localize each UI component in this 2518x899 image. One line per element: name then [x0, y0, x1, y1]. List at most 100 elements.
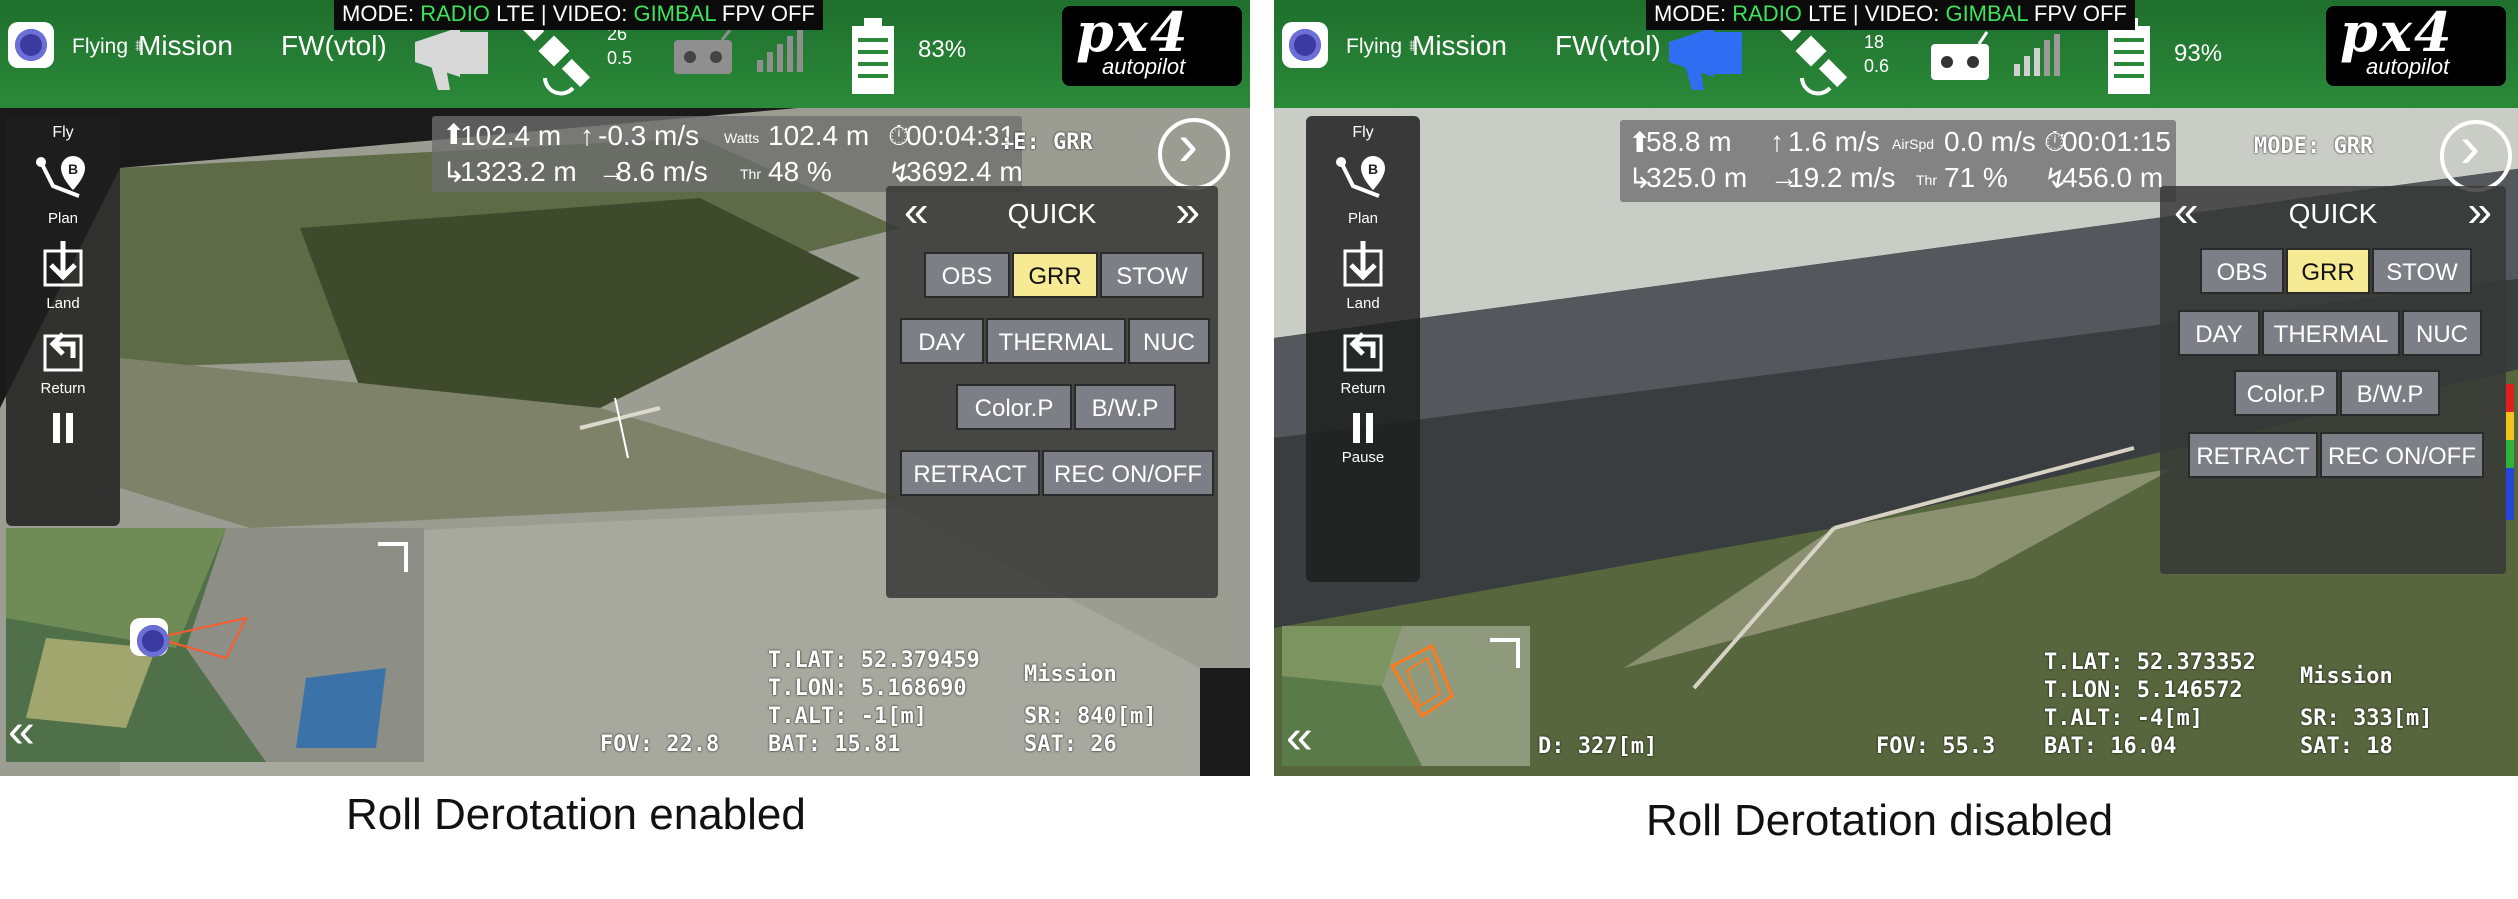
obs-button[interactable]: OBS	[2200, 248, 2284, 294]
rec-button[interactable]: REC ON/OFF	[1042, 450, 1214, 496]
airspeed-value: 0.0 m/s	[1944, 126, 2036, 157]
nuc-button[interactable]: NUC	[1128, 318, 1210, 364]
bw-p-button[interactable]: B/W.P	[1074, 384, 1176, 430]
collapse-map-icon[interactable]: «	[8, 704, 35, 759]
quick-panel: « QUICK » OBS GRR STOW DAY THERMAL NUC C…	[886, 186, 1218, 598]
climb-icon: ↑	[1770, 126, 1784, 157]
signal-level-strip	[2506, 384, 2514, 520]
color-p-button[interactable]: Color.P	[956, 384, 1072, 430]
osd-sat: SAT: 18	[2300, 734, 2393, 759]
return-button[interactable]: Return	[1306, 322, 1420, 397]
rc-transmitter-icon[interactable]	[1929, 30, 1991, 82]
map-expand-icon[interactable]	[1490, 638, 1520, 668]
next-page-button[interactable]	[2440, 112, 2512, 192]
flight-status[interactable]: Flying	[72, 35, 128, 59]
satellite-icon[interactable]	[1772, 18, 1852, 98]
fly-toolstrip: Fly B Plan Land Return Pause	[1306, 116, 1420, 582]
color-p-button[interactable]: Color.P	[2234, 370, 2338, 416]
pause-icon	[53, 413, 73, 443]
retract-button[interactable]: RETRACT	[2188, 432, 2318, 478]
radio-link[interactable]: RADIO	[1732, 1, 1802, 26]
battery-icon[interactable]	[850, 18, 896, 96]
gps-hdop: 0.5	[607, 48, 633, 68]
lte-link[interactable]: LTE	[1808, 1, 1847, 26]
signal-strength-icon[interactable]	[755, 30, 805, 74]
rec-button[interactable]: REC ON/OFF	[2320, 432, 2484, 478]
pause-button[interactable]: Pause	[1306, 407, 1420, 466]
gps-count: 18	[1864, 32, 1885, 52]
radio-link[interactable]: RADIO	[420, 1, 490, 26]
telemetry-panel[interactable]: ⬆ 58.8 m ↑ 1.6 m/s AirSpd 0.0 m/s ⏱ 00:01:15…	[1620, 120, 2176, 202]
megaphone-icon[interactable]	[410, 22, 500, 92]
qgc-logo-icon[interactable]	[1282, 22, 1328, 68]
flight-mode[interactable]: Mission	[138, 30, 233, 62]
vehicle-marker-icon	[130, 618, 169, 657]
gimbal-video[interactable]: GIMBAL	[633, 1, 715, 26]
land-button[interactable]: Land	[6, 237, 120, 312]
mini-map[interactable]	[1282, 626, 1530, 766]
quick-next-icon[interactable]: »	[2468, 190, 2492, 234]
mode-bar: MODE: RADIO LTE | VIDEO: GIMBAL FPV OFF	[334, 0, 823, 30]
total-distance: 456.0 m	[2062, 162, 2164, 193]
grr-button[interactable]: GRR	[1012, 252, 1098, 298]
retract-button[interactable]: RETRACT	[900, 450, 1040, 496]
thermal-button[interactable]: THERMAL	[986, 318, 1126, 364]
osd-mode: MODE: GRR	[2254, 134, 2374, 159]
caption-left: Roll Derotation enabled	[346, 790, 806, 839]
flight-status[interactable]: Flying	[1346, 35, 1402, 59]
rc-transmitter-icon[interactable]	[672, 30, 734, 76]
osd-tlat: T.LAT: 52.373352	[2044, 650, 2256, 675]
nuc-button[interactable]: NUC	[2402, 310, 2482, 356]
fpv-video[interactable]: FPV	[2034, 1, 2077, 26]
quick-title: QUICK	[1007, 198, 1097, 229]
day-button[interactable]: DAY	[2178, 310, 2260, 356]
megaphone-icon[interactable]	[1664, 22, 1754, 92]
land-button[interactable]: Land	[1306, 237, 1420, 312]
plan-button[interactable]: B Plan	[6, 152, 120, 227]
day-button[interactable]: DAY	[900, 318, 984, 364]
flight-mode[interactable]: Mission	[1412, 30, 1507, 62]
map-expand-icon[interactable]	[378, 542, 408, 572]
gimbal-video[interactable]: GIMBAL	[1945, 1, 2027, 26]
telemetry-panel[interactable]: ⬆ 102.4 m ↑ -0.3 m/s Watts 102.4 m ⏱ 00:04:3…	[432, 116, 1023, 192]
altitude-value: 102.4 m	[460, 120, 562, 151]
quick-next-icon[interactable]: »	[1176, 190, 1200, 234]
plan-button[interactable]: B Plan	[1306, 152, 1420, 227]
lte-link[interactable]: LTE	[496, 1, 535, 26]
airspeed-label: AirSpd	[1892, 136, 1935, 152]
vehicle-type[interactable]: FW(vtol)	[281, 30, 387, 62]
fpv-video[interactable]: FPV	[722, 1, 765, 26]
mini-map[interactable]	[6, 528, 424, 762]
throttle-label: Thr	[1916, 172, 1937, 188]
osd-talt: T.ALT: -4[m]	[2044, 706, 2203, 731]
off-video[interactable]: OFF	[2083, 1, 2127, 26]
throttle-value: 71 %	[1944, 162, 2008, 193]
climb-rate: -0.3 m/s	[598, 120, 700, 151]
watts-label: Watts	[724, 130, 760, 146]
fly-toolstrip: Fly B Plan Land Return	[6, 116, 120, 526]
osd-bat: BAT: 16.04	[2044, 734, 2177, 759]
off-video[interactable]: OFF	[771, 1, 815, 26]
grr-button[interactable]: GRR	[2286, 248, 2370, 294]
satellite-icon[interactable]	[515, 18, 595, 98]
ground-speed: 19.2 m/s	[1788, 162, 1896, 193]
stow-button[interactable]: STOW	[1100, 252, 1204, 298]
osd-distance: D: 327[m]	[1538, 734, 1658, 759]
plan-icon: B	[36, 156, 85, 198]
collapse-map-icon[interactable]: «	[1286, 710, 1313, 765]
caption-right: Roll Derotation disabled	[1646, 796, 2114, 845]
obs-button[interactable]: OBS	[924, 252, 1010, 298]
osd-tlon: T.LON: 5.146572	[2044, 678, 2243, 703]
qgc-logo-icon[interactable]	[8, 22, 54, 68]
home-distance: 325.0 m	[1646, 162, 1748, 193]
stow-button[interactable]: STOW	[2372, 248, 2472, 294]
pause-button[interactable]	[6, 407, 120, 447]
vehicle-type[interactable]: FW(vtol)	[1555, 30, 1661, 62]
osd-bat: BAT: 15.81	[768, 732, 901, 757]
throttle-value: 48 %	[768, 156, 832, 187]
signal-strength-icon[interactable]	[2012, 34, 2062, 78]
thermal-button[interactable]: THERMAL	[2262, 310, 2400, 356]
return-button[interactable]: Return	[6, 322, 120, 397]
bw-p-button[interactable]: B/W.P	[2340, 370, 2440, 416]
next-page-button[interactable]	[1158, 110, 1230, 190]
